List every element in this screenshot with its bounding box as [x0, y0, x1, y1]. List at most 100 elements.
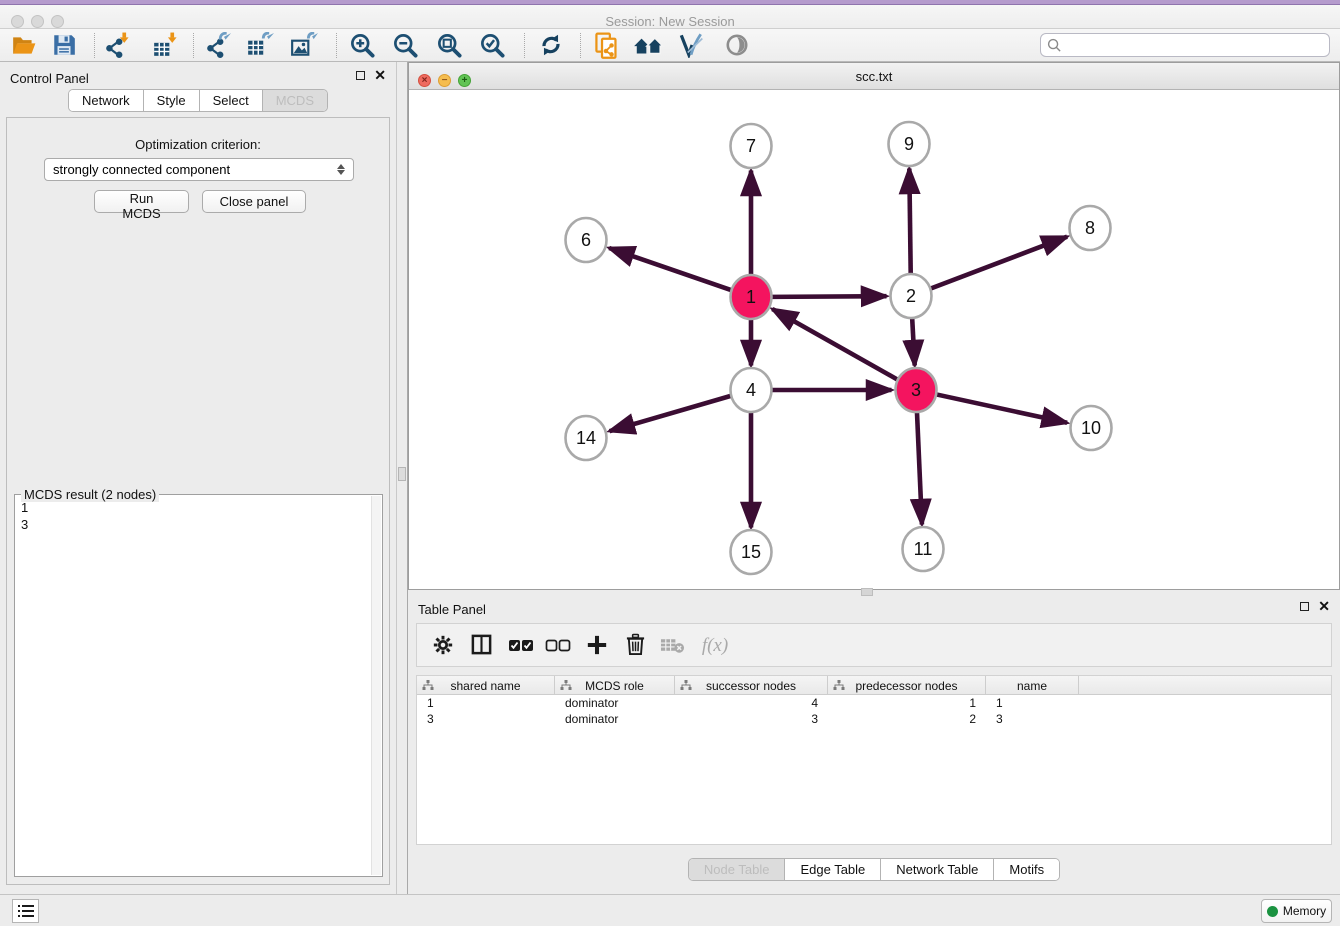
node-11[interactable]: 11 — [903, 527, 944, 571]
zoom-fit-button[interactable] — [435, 32, 463, 59]
import-network-icon — [104, 32, 130, 58]
zoom-in-button[interactable] — [348, 32, 376, 59]
zoom-out-button[interactable] — [391, 32, 419, 59]
select-all-columns-button[interactable] — [507, 632, 535, 660]
tab-mcds[interactable]: MCDS — [263, 90, 327, 111]
column-header-MCDS-role[interactable]: MCDS role — [555, 676, 675, 695]
tab-motifs[interactable]: Motifs — [994, 859, 1059, 880]
delete-column-button[interactable] — [621, 632, 649, 660]
edge-2-9[interactable] — [909, 168, 910, 274]
cell-shared-name[interactable]: 3 — [417, 711, 555, 727]
table-row[interactable]: 1dominator411 — [417, 695, 1331, 711]
memory-button[interactable]: Memory — [1261, 899, 1332, 923]
node-3[interactable]: 3 — [896, 368, 937, 412]
column-header-shared-name[interactable]: shared name — [417, 676, 555, 695]
zoom-fit-icon — [436, 32, 463, 59]
node-10[interactable]: 10 — [1071, 406, 1112, 450]
refresh-icon — [538, 32, 564, 58]
list-icon — [18, 904, 34, 918]
function-builder-button[interactable]: f(x) — [695, 632, 735, 660]
edge-1-2[interactable] — [772, 296, 886, 297]
delete-table-button[interactable] — [658, 632, 686, 660]
select-stepper-icon — [337, 164, 345, 175]
optimization-criterion-select[interactable]: strongly connected component — [44, 158, 354, 181]
close-table-panel-icon[interactable]: ✕ — [1318, 602, 1330, 611]
node-9[interactable]: 9 — [889, 122, 930, 166]
show-columns-button[interactable] — [467, 632, 495, 660]
edge-2-3[interactable] — [912, 317, 915, 365]
vertical-splitter-grip[interactable] — [398, 467, 406, 481]
cell-predecessor-nodes[interactable]: 1 — [828, 695, 986, 711]
zoom-out-icon — [392, 32, 419, 59]
zoom-selected-button[interactable] — [478, 32, 506, 59]
node-2[interactable]: 2 — [891, 274, 932, 318]
cell-name[interactable]: 1 — [986, 695, 1079, 711]
edge-2-8[interactable] — [931, 237, 1067, 289]
node-4[interactable]: 4 — [731, 368, 772, 412]
toggle-view-button[interactable] — [723, 32, 751, 59]
table-panel-tabs: Node TableEdge TableNetwork TableMotifs — [408, 858, 1340, 881]
edge-3-10[interactable] — [937, 395, 1067, 423]
column-header-predecessor-nodes[interactable]: predecessor nodes — [828, 676, 986, 695]
unselect-all-columns-button[interactable] — [544, 632, 572, 660]
cell-shared-name[interactable]: 1 — [417, 695, 555, 711]
node-table[interactable]: shared name MCDS rolesuccessor nodesprede… — [416, 675, 1332, 845]
node-14[interactable]: 14 — [566, 416, 607, 460]
cell-MCDS-role[interactable]: dominator — [555, 711, 675, 727]
export-table-button[interactable] — [246, 32, 274, 59]
node-6[interactable]: 6 — [566, 218, 607, 262]
run-mcds-button[interactable]: Run MCDS — [94, 190, 189, 213]
cell-successor-nodes[interactable]: 3 — [675, 711, 828, 727]
tab-network-table[interactable]: Network Table — [881, 859, 994, 880]
column-header-label: shared name — [450, 679, 520, 693]
result-scrollbar[interactable] — [371, 496, 381, 875]
node-1[interactable]: 1 — [731, 275, 772, 319]
table-row[interactable]: 3dominator323 — [417, 711, 1331, 727]
column-header-name[interactable]: name — [986, 676, 1079, 695]
open-session-button[interactable] — [10, 32, 38, 59]
refresh-button[interactable] — [537, 32, 565, 59]
search-field[interactable] — [1040, 33, 1330, 57]
edge-1-6[interactable] — [609, 248, 731, 290]
close-panel-button[interactable]: Close panel — [202, 190, 306, 213]
status-bar: Memory — [0, 894, 1340, 926]
save-session-button[interactable] — [50, 32, 78, 59]
tab-node-table[interactable]: Node Table — [689, 859, 786, 880]
node-8[interactable]: 8 — [1070, 206, 1111, 250]
export-network-icon — [205, 32, 231, 58]
export-image-button[interactable] — [290, 32, 318, 59]
task-history-button[interactable] — [12, 899, 39, 923]
tab-edge-table[interactable]: Edge Table — [785, 859, 881, 880]
column-header-successor-nodes[interactable]: successor nodes — [675, 676, 828, 695]
float-panel-icon[interactable] — [356, 71, 365, 80]
edge-4-14[interactable] — [610, 396, 731, 431]
tab-network[interactable]: Network — [69, 90, 144, 111]
import-table-button[interactable] — [151, 32, 179, 59]
export-network-button[interactable] — [204, 32, 232, 59]
tab-select[interactable]: Select — [200, 90, 263, 111]
network-graph[interactable]: 7 9 6 8 1 2 4 3 14 10 15 11 — [409, 90, 1339, 589]
float-table-panel-icon[interactable] — [1300, 602, 1309, 611]
horizontal-splitter-grip[interactable] — [861, 588, 873, 596]
edge-3-11[interactable] — [917, 411, 922, 524]
cell-name[interactable]: 3 — [986, 711, 1079, 727]
network-overview-button[interactable] — [631, 32, 667, 59]
table-settings-button[interactable] — [429, 632, 457, 660]
create-column-button[interactable] — [583, 632, 611, 660]
cell-successor-nodes[interactable]: 4 — [675, 695, 828, 711]
cell-predecessor-nodes[interactable]: 2 — [828, 711, 986, 727]
close-panel-icon[interactable]: ✕ — [374, 71, 386, 80]
node-15[interactable]: 15 — [731, 530, 772, 574]
control-panel-window-buttons: ✕ — [356, 71, 386, 80]
tab-style[interactable]: Style — [144, 90, 200, 111]
import-network-button[interactable] — [103, 32, 131, 59]
edge-3-1[interactable] — [772, 309, 897, 379]
toolbar-separator — [193, 33, 194, 58]
manage-networks-button[interactable] — [592, 32, 620, 59]
export-table-icon — [246, 32, 274, 58]
vizmapper-button[interactable] — [677, 32, 705, 59]
search-input[interactable] — [1066, 38, 1321, 52]
table-panel: Table Panel ✕ f(x) shared nameMCDS — [408, 598, 1340, 894]
node-7[interactable]: 7 — [731, 124, 772, 168]
cell-MCDS-role[interactable]: dominator — [555, 695, 675, 711]
